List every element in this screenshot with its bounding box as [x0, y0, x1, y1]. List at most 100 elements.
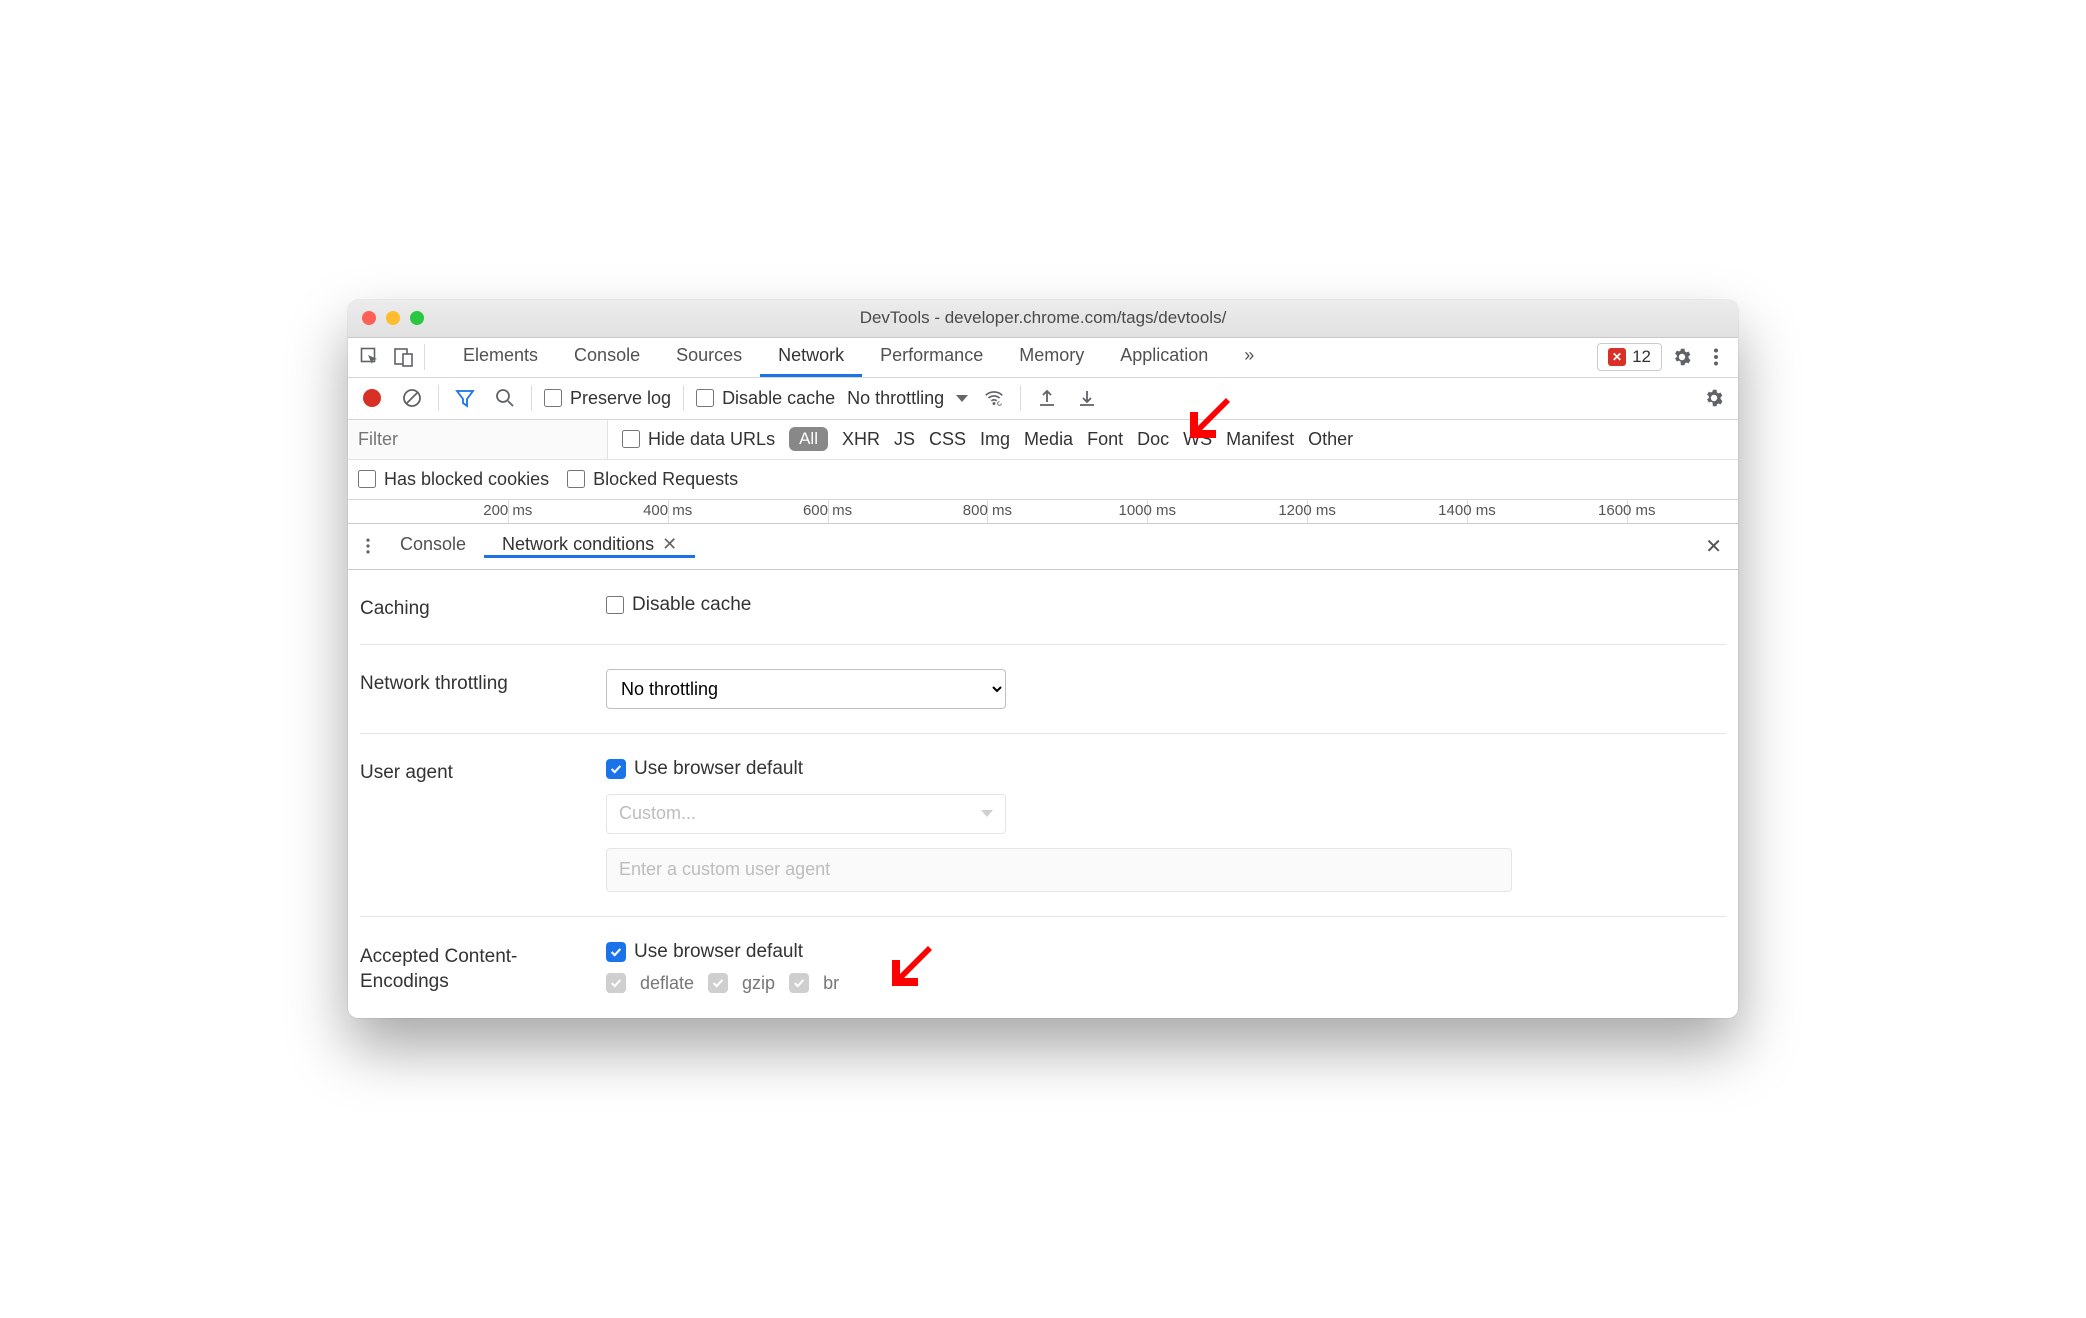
error-icon: ✕ — [1608, 348, 1626, 366]
enc-gzip-label: gzip — [742, 973, 775, 994]
error-count-badge[interactable]: ✕ 12 — [1597, 343, 1662, 371]
blocked-requests-input[interactable] — [567, 470, 585, 488]
throttling-select[interactable]: No throttling — [847, 388, 968, 409]
drawer-tab-console[interactable]: Console — [382, 534, 484, 558]
drawer-tabs: Console Network conditions ✕ ✕ — [348, 524, 1738, 570]
hide-data-urls-checkbox[interactable]: Hide data URLs — [622, 429, 775, 450]
titlebar: DevTools - developer.chrome.com/tags/dev… — [348, 300, 1738, 338]
caching-disable-cache-label: Disable cache — [632, 594, 751, 616]
timeline-tick: 1200 ms — [1278, 502, 1336, 519]
disable-cache-label: Disable cache — [722, 388, 835, 409]
filter-type-css[interactable]: CSS — [929, 429, 966, 450]
disable-cache-checkbox[interactable]: Disable cache — [696, 388, 835, 409]
drawer-kebab-icon[interactable] — [354, 532, 382, 560]
ua-use-default-checkbox[interactable]: Use browser default — [606, 758, 1726, 780]
tab-sources[interactable]: Sources — [658, 338, 760, 377]
timeline-ruler[interactable]: 200 ms 400 ms 600 ms 800 ms 1000 ms 1200… — [348, 500, 1738, 524]
record-button[interactable] — [358, 384, 386, 412]
throttling-row: Network throttling No throttling — [360, 645, 1726, 734]
clear-button[interactable] — [398, 384, 426, 412]
divider — [531, 385, 532, 411]
filter-type-font[interactable]: Font — [1087, 429, 1123, 450]
enc-gzip-checkbox — [708, 973, 728, 993]
preserve-log-input[interactable] — [544, 389, 562, 407]
encodings-list: deflate gzip br — [606, 973, 1726, 994]
divider — [438, 385, 439, 411]
window-title: DevTools - developer.chrome.com/tags/dev… — [348, 308, 1738, 328]
timeline-tick: 1000 ms — [1118, 502, 1176, 519]
ua-custom-input — [606, 848, 1512, 892]
kebab-menu-icon[interactable] — [1702, 343, 1730, 371]
encodings-row: Accepted Content-Encodings Use browser d… — [360, 917, 1726, 1018]
filter-type-img[interactable]: Img — [980, 429, 1010, 450]
tab-performance[interactable]: Performance — [862, 338, 1001, 377]
tab-application[interactable]: Application — [1102, 338, 1226, 377]
main-tabs: Elements Console Sources Network Perform… — [445, 338, 1272, 377]
checked-icon — [606, 942, 626, 962]
user-agent-label: User agent — [360, 758, 606, 784]
hide-data-urls-label: Hide data URLs — [648, 429, 775, 450]
filter-type-manifest[interactable]: Manifest — [1226, 429, 1294, 450]
close-drawer-icon[interactable]: ✕ — [1705, 534, 1722, 559]
chevron-down-icon — [981, 810, 993, 817]
enc-br-label: br — [823, 973, 839, 994]
filter-type-all[interactable]: All — [789, 427, 828, 451]
caching-label: Caching — [360, 594, 606, 620]
disable-cache-input[interactable] — [696, 389, 714, 407]
ua-custom-placeholder: Custom... — [619, 803, 696, 824]
export-har-icon[interactable] — [1073, 384, 1101, 412]
timeline-tick: 1400 ms — [1438, 502, 1496, 519]
close-tab-icon[interactable]: ✕ — [662, 534, 677, 555]
filter-type-other[interactable]: Other — [1308, 429, 1353, 450]
user-agent-row: User agent Use browser default Custom... — [360, 734, 1726, 917]
timeline-tick: 800 ms — [963, 502, 1012, 519]
import-har-icon[interactable] — [1033, 384, 1061, 412]
drawer-tab-network-conditions[interactable]: Network conditions ✕ — [484, 534, 695, 558]
device-toggle-icon[interactable] — [390, 343, 418, 371]
encodings-label: Accepted Content-Encodings — [360, 941, 606, 994]
throttling-select-drawer[interactable]: No throttling — [606, 669, 1006, 709]
divider — [683, 385, 684, 411]
main-tabs-row: Elements Console Sources Network Perform… — [348, 338, 1738, 378]
tab-memory[interactable]: Memory — [1001, 338, 1102, 377]
inspect-icon[interactable] — [356, 343, 384, 371]
blocked-requests-checkbox[interactable]: Blocked Requests — [567, 469, 738, 490]
drawer-tab-network-conditions-label: Network conditions — [502, 534, 654, 555]
settings-gear-icon[interactable] — [1668, 343, 1696, 371]
timeline-tick: 200 ms — [483, 502, 532, 519]
checked-icon — [606, 759, 626, 779]
filter-type-ws[interactable]: WS — [1183, 429, 1212, 450]
filter-funnel-icon[interactable] — [451, 384, 479, 412]
caching-disable-cache-input[interactable] — [606, 596, 624, 614]
network-toolbar: Preserve log Disable cache No throttling — [348, 378, 1738, 420]
enc-use-default-checkbox[interactable]: Use browser default — [606, 941, 1726, 963]
network-settings-gear-icon[interactable] — [1700, 384, 1728, 412]
preserve-log-checkbox[interactable]: Preserve log — [544, 388, 671, 409]
network-conditions-icon[interactable] — [980, 384, 1008, 412]
hide-data-urls-input[interactable] — [622, 430, 640, 448]
timeline-tick: 1600 ms — [1598, 502, 1656, 519]
filter-row-2: Has blocked cookies Blocked Requests — [348, 460, 1738, 500]
tab-network[interactable]: Network — [760, 338, 862, 377]
has-blocked-cookies-label: Has blocked cookies — [384, 469, 549, 490]
caching-disable-cache-checkbox[interactable]: Disable cache — [606, 594, 1726, 616]
chevron-down-icon — [956, 395, 968, 402]
filter-type-doc[interactable]: Doc — [1137, 429, 1169, 450]
filter-input[interactable] — [348, 420, 608, 459]
ua-use-default-label: Use browser default — [634, 758, 803, 780]
tabs-overflow-button[interactable]: » — [1226, 338, 1272, 377]
divider — [1020, 385, 1021, 411]
tab-console[interactable]: Console — [556, 338, 658, 377]
enc-deflate-label: deflate — [640, 973, 694, 994]
ua-custom-select: Custom... — [606, 794, 1006, 834]
filter-type-xhr[interactable]: XHR — [842, 429, 880, 450]
has-blocked-cookies-checkbox[interactable]: Has blocked cookies — [358, 469, 549, 490]
preserve-log-label: Preserve log — [570, 388, 671, 409]
filter-type-js[interactable]: JS — [894, 429, 915, 450]
has-blocked-cookies-input[interactable] — [358, 470, 376, 488]
search-icon[interactable] — [491, 384, 519, 412]
network-conditions-panel: Caching Disable cache Network throttling… — [348, 570, 1738, 1018]
filter-type-media[interactable]: Media — [1024, 429, 1073, 450]
tab-elements[interactable]: Elements — [445, 338, 556, 377]
throttling-value: No throttling — [847, 388, 944, 409]
